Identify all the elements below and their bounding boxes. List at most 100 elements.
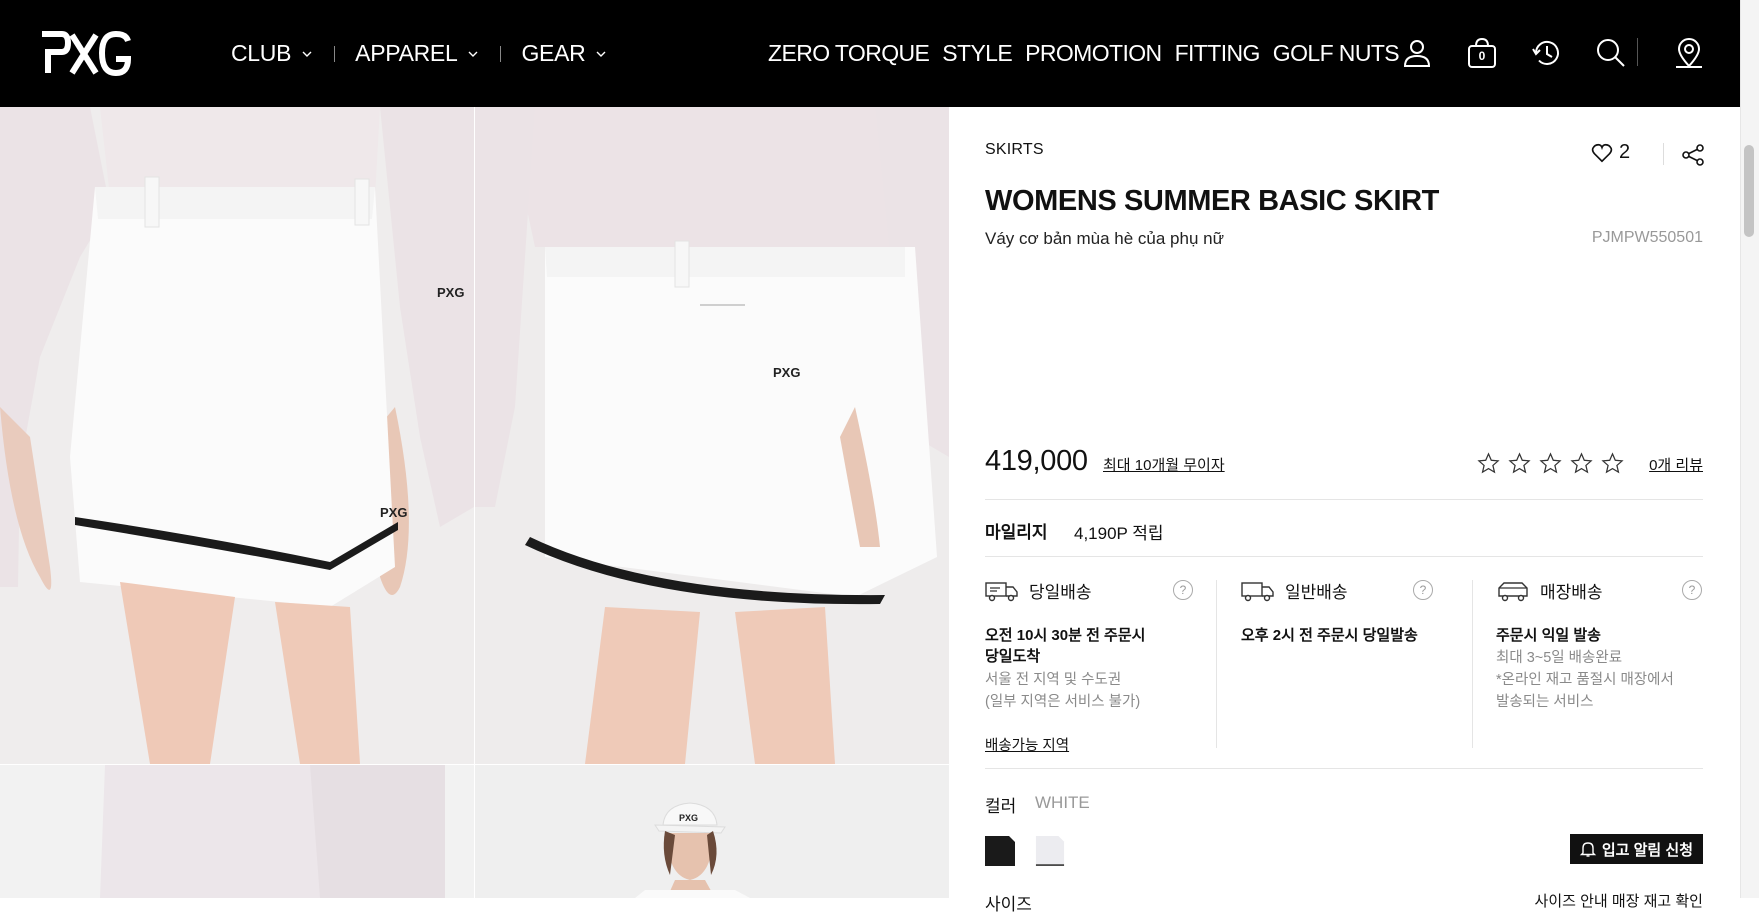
product-photo-detail-image bbox=[0, 765, 474, 898]
product-photo-model-image: PXG bbox=[475, 765, 949, 898]
reviews-link[interactable]: 0개 리뷰 bbox=[1649, 454, 1703, 475]
product-photo-front[interactable]: PXG PXG bbox=[0, 107, 474, 764]
nav-club-label: CLUB bbox=[231, 40, 292, 66]
product-gallery: PXG PXG PXG PXG bbox=[0, 107, 949, 898]
product-info-panel: SKIRTS 2 WOMENS SUMMER BASIC SKIRT Váy c… bbox=[985, 107, 1705, 914]
nav-club[interactable]: CLUB bbox=[231, 40, 312, 67]
nav-style[interactable]: STYLE bbox=[942, 40, 1012, 67]
svg-text:PXG: PXG bbox=[380, 505, 407, 520]
svg-text:PXG: PXG bbox=[437, 285, 464, 300]
color-swatch-black[interactable] bbox=[985, 836, 1015, 866]
shipping-same-day-title: 당일배송 bbox=[1029, 583, 1092, 602]
wishlist-button[interactable]: 2 bbox=[1591, 141, 1630, 164]
size-label: 사이즈 bbox=[985, 895, 1032, 914]
help-icon[interactable]: ? bbox=[1173, 580, 1193, 600]
help-icon[interactable]: ? bbox=[1413, 580, 1433, 600]
nav-golf-nuts[interactable]: GOLF NUTS bbox=[1273, 40, 1400, 67]
nav-fitting[interactable]: FITTING bbox=[1175, 40, 1261, 67]
delivery-truck-icon bbox=[1241, 581, 1274, 601]
size-guide-links[interactable]: 사이즈 안내 매장 재고 확인 bbox=[1535, 890, 1703, 911]
product-photo-front-image: PXG PXG bbox=[0, 107, 474, 764]
pxg-logo[interactable] bbox=[38, 31, 132, 76]
shipping-store-note: 최대 3~5일 배송완료 *온라인 재고 품절시 매장에서 발송되는 서비스 bbox=[1496, 647, 1674, 713]
nav-divider bbox=[500, 45, 502, 62]
shipping-same-day: 당일배송 ? 오전 10시 30분 전 주문시 당일도착 서울 전 지역 및 수… bbox=[985, 578, 1217, 754]
shipping-same-day-desc: 오전 10시 30분 전 주문시 당일도착 bbox=[985, 625, 1145, 667]
shipping-same-day-note-line: (일부 지역은 서비스 불가) bbox=[985, 694, 1141, 710]
divider bbox=[985, 768, 1703, 769]
site-header: CLUB APPAREL GEAR ZERO TORQUE STYLE PROM… bbox=[0, 0, 1740, 107]
shipping-same-day-header: 당일배송 bbox=[985, 578, 1092, 603]
shipping-standard-desc-line: 오후 2시 전 주문시 당일발송 bbox=[1241, 627, 1418, 644]
scrollbar-thumb[interactable] bbox=[1744, 145, 1754, 237]
heart-icon bbox=[1591, 143, 1613, 162]
color-swatch-white[interactable] bbox=[1035, 836, 1065, 866]
nav-apparel[interactable]: APPAREL bbox=[355, 40, 478, 67]
nav-apparel-label: APPAREL bbox=[355, 40, 458, 66]
secondary-nav: ZERO TORQUE STYLE PROMOTION FITTING GOLF… bbox=[768, 0, 1412, 107]
shipping-divider bbox=[1216, 580, 1217, 748]
installment-link[interactable]: 최대 10개월 무이자 bbox=[1103, 454, 1225, 475]
nav-gear[interactable]: GEAR bbox=[521, 40, 606, 67]
product-title: WOMENS SUMMER BASIC SKIRT bbox=[985, 185, 1440, 217]
shipping-store-desc-line: 주문시 익일 발송 bbox=[1496, 627, 1601, 644]
chevron-down-icon bbox=[302, 51, 312, 57]
star-icon bbox=[1508, 452, 1531, 474]
shipping-store-note-line: 최대 3~5일 배송완료 bbox=[1496, 650, 1623, 666]
product-subtitle: Váy cơ bản mùa hè của phụ nữ bbox=[985, 229, 1224, 248]
product-photo-back-image: PXG bbox=[475, 107, 949, 764]
shipping-same-day-note: 서울 전 지역 및 수도권 (일부 지역은 서비스 불가) bbox=[985, 669, 1140, 713]
shipping-store-title: 매장배송 bbox=[1540, 583, 1603, 602]
shipping-same-day-note-line: 서울 전 지역 및 수도권 bbox=[985, 672, 1122, 688]
store-location-icon[interactable] bbox=[1672, 36, 1706, 70]
shipping-standard-title: 일반배송 bbox=[1285, 583, 1348, 602]
chevron-down-icon bbox=[468, 51, 478, 57]
mileage-label: 마일리지 bbox=[985, 523, 1048, 542]
nav-promotion[interactable]: PROMOTION bbox=[1025, 40, 1162, 67]
share-icon[interactable] bbox=[1681, 143, 1705, 167]
action-divider bbox=[1663, 143, 1664, 165]
nav-zero-torque[interactable]: ZERO TORQUE bbox=[768, 40, 930, 67]
product-price: 419,000 bbox=[985, 445, 1088, 477]
help-icon[interactable]: ? bbox=[1682, 580, 1702, 600]
shipping-standard-header: 일반배송 bbox=[1241, 578, 1348, 603]
shipping-standard: 일반배송 ? 오후 2시 전 주문시 당일발송 bbox=[1241, 578, 1473, 748]
shipping-store-header: 매장배송 bbox=[1496, 578, 1603, 603]
mileage-value: 4,190P 적립 bbox=[1074, 524, 1164, 543]
svg-text:PXG: PXG bbox=[773, 365, 800, 380]
scrollbar-track[interactable] bbox=[1740, 0, 1759, 898]
product-sku: PJMPW550501 bbox=[1591, 229, 1703, 246]
bell-icon bbox=[1579, 842, 1597, 857]
product-photo-detail[interactable] bbox=[0, 765, 474, 898]
store-delivery-icon bbox=[1498, 581, 1528, 601]
shipping-standard-desc: 오후 2시 전 주문시 당일발송 bbox=[1241, 625, 1418, 646]
search-icon[interactable] bbox=[1594, 36, 1628, 70]
selected-color: WHITE bbox=[1035, 793, 1090, 812]
cart-count: 0 bbox=[1478, 49, 1486, 63]
nav-divider bbox=[334, 45, 336, 62]
shipping-store-note-line: *온라인 재고 품절시 매장에서 bbox=[1496, 672, 1674, 688]
divider bbox=[985, 556, 1703, 557]
wishlist-count: 2 bbox=[1619, 141, 1631, 163]
delivery-area-link[interactable]: 배송가능 지역 bbox=[985, 734, 1069, 755]
restock-notify-label: 입고 알림 신청 bbox=[1601, 841, 1693, 859]
shipping-divider bbox=[1472, 580, 1473, 748]
shipping-store: 매장배송 ? 주문시 익일 발송 최대 3~5일 배송완료 *온라인 재고 품절… bbox=[1496, 578, 1703, 748]
star-icon bbox=[1539, 452, 1562, 474]
nav-gear-label: GEAR bbox=[521, 40, 586, 66]
primary-nav: CLUB APPAREL GEAR bbox=[231, 0, 606, 107]
product-photo-back[interactable]: PXG bbox=[475, 107, 949, 764]
product-photo-model[interactable]: PXG bbox=[475, 765, 949, 898]
shipping-same-day-desc-line: 오전 10시 30분 전 주문시 bbox=[985, 627, 1146, 644]
color-label: 컬러 bbox=[985, 797, 1017, 816]
restock-notify-button[interactable]: 입고 알림 신청 bbox=[1569, 834, 1703, 864]
shipping-store-note-line: 발송되는 서비스 bbox=[1496, 694, 1594, 710]
shipping-same-day-desc-line: 당일도착 bbox=[985, 648, 1041, 665]
star-icon bbox=[1601, 452, 1624, 474]
svg-text:PXG: PXG bbox=[679, 813, 698, 823]
cart-button[interactable]: 0 bbox=[1465, 36, 1499, 70]
product-category[interactable]: SKIRTS bbox=[985, 141, 1044, 159]
divider bbox=[985, 499, 1703, 500]
history-icon[interactable] bbox=[1530, 36, 1564, 70]
user-icon[interactable] bbox=[1400, 36, 1434, 70]
